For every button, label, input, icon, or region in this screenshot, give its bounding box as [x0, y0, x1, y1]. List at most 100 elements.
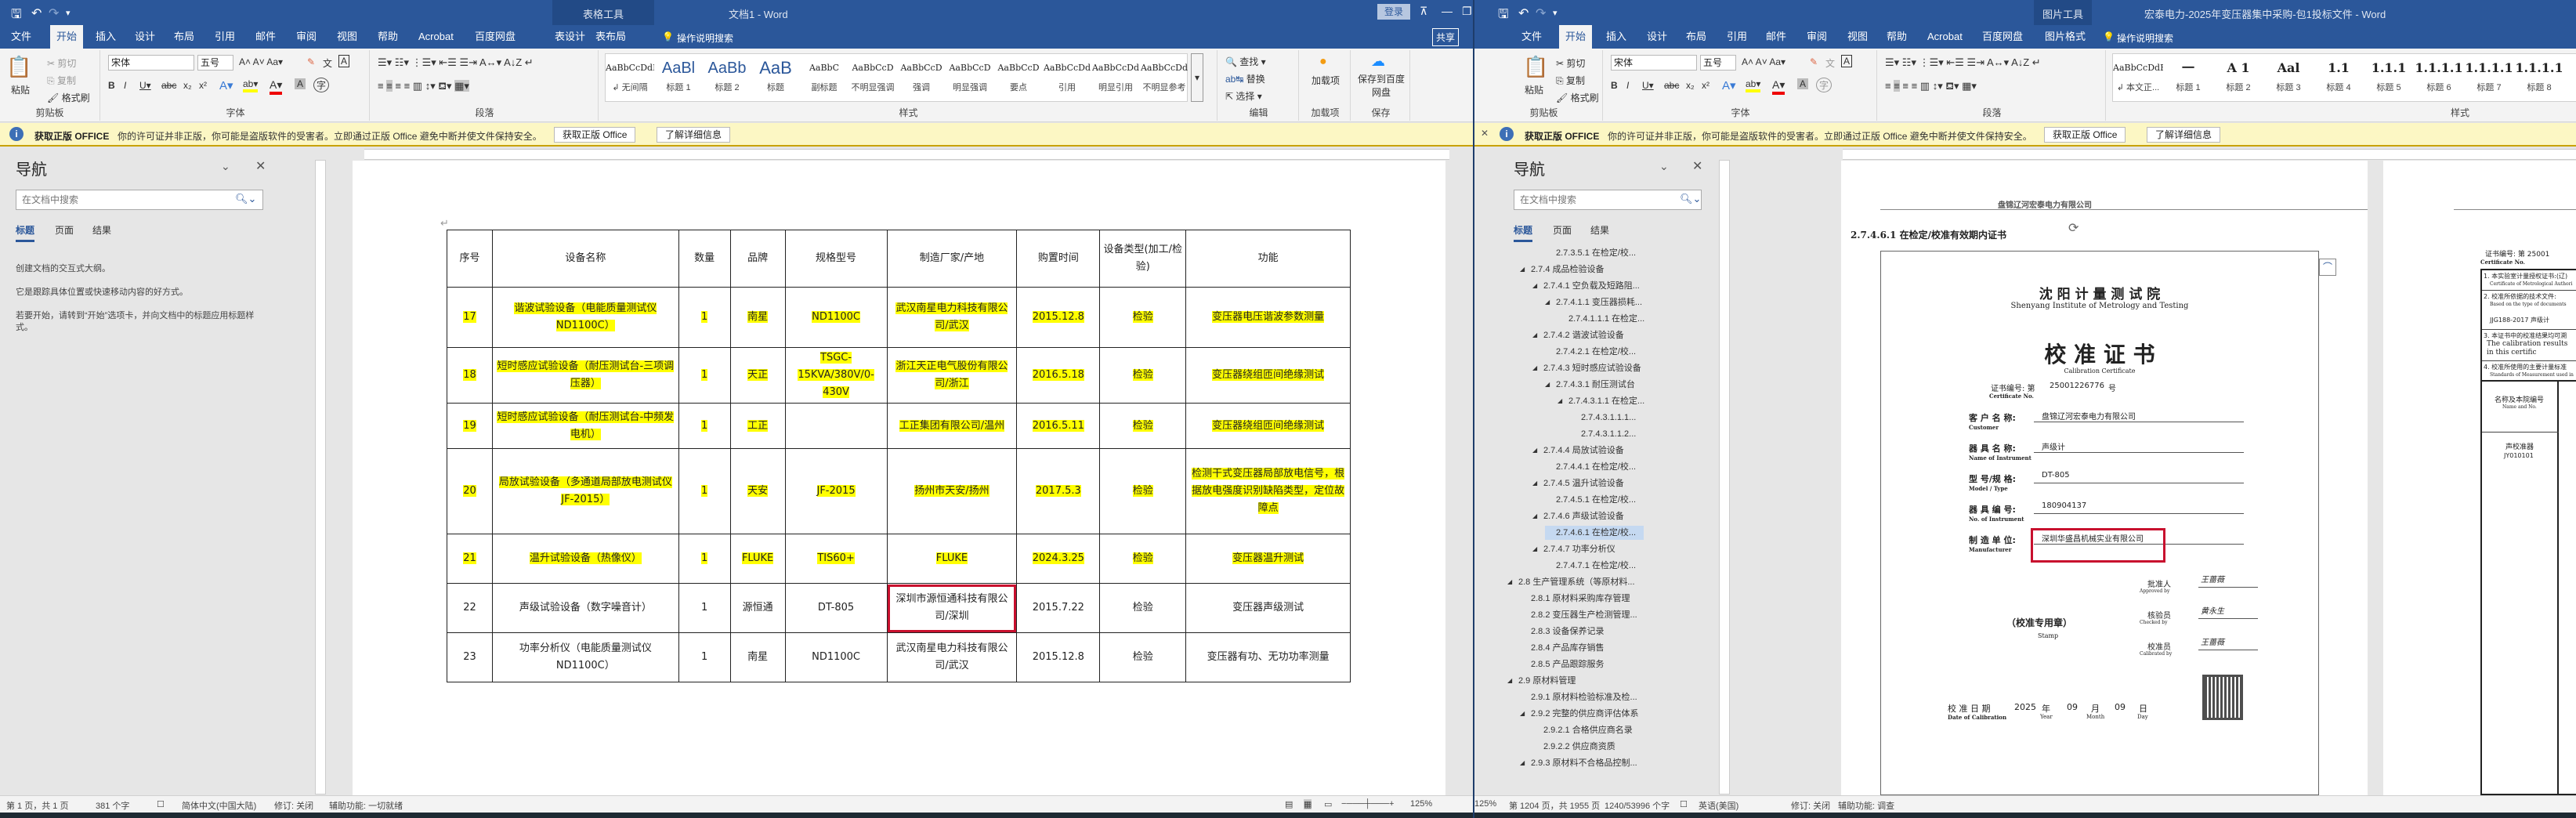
nav-heading-item[interactable]: 2.7.4.1.1.1 在检定...	[1558, 312, 1652, 326]
cut-button[interactable]: ✂ 剪切	[1556, 56, 1585, 70]
nav-heading-item[interactable]: 2.7.4.3.1.1.1...	[1570, 411, 1644, 425]
style-5[interactable]: AaBbCcD 不明显强调	[848, 54, 897, 101]
collapse-arrow-icon[interactable]: ◢	[1558, 394, 1562, 408]
ribbon-display-options-icon[interactable]: ⊼	[1420, 5, 1427, 18]
clear-format-icon[interactable]: ✎	[307, 56, 315, 67]
table-cell[interactable]: 检验	[1099, 347, 1187, 404]
style-4[interactable]: 1.1 标题 4	[2314, 54, 2364, 101]
nav-search-input[interactable]: 在文档中搜索	[1514, 190, 1702, 210]
font-color-icon[interactable]: A▾	[270, 78, 283, 95]
table-cell[interactable]: 变压器温升测试	[1185, 534, 1351, 584]
nav-heading-item[interactable]: 2.8.3 设备保养记录	[1520, 624, 1612, 639]
nav-close-icon[interactable]: ✕	[1692, 158, 1702, 174]
subscript-button[interactable]: x₂	[183, 80, 192, 91]
table-cell[interactable]: 检验	[1099, 583, 1187, 633]
tab-7[interactable]: 审阅	[1800, 25, 1833, 49]
table-cell[interactable]: 扬州市天安/扬州	[886, 448, 1018, 534]
paste-button[interactable]: 粘贴	[1525, 83, 1543, 96]
get-genuine-office-button[interactable]: 获取正版 Office	[554, 127, 636, 143]
tell-me-search[interactable]: 操作说明搜索	[677, 31, 733, 45]
horizontal-ruler[interactable]	[1843, 149, 2576, 160]
subscript-button[interactable]: x₂	[1686, 80, 1695, 91]
table-cell[interactable]: 检验	[1099, 632, 1187, 682]
nav-tab-headings[interactable]: 标题	[16, 223, 35, 242]
redo-icon[interactable]: ↷	[1536, 5, 1546, 21]
certificate-image[interactable]: 沈 阳 计 量 测 试 院 Shenyang Institute of Metr…	[1880, 251, 2319, 795]
tab-9[interactable]: 帮助	[1880, 25, 1913, 49]
collapse-arrow-icon[interactable]: ◢	[1532, 279, 1537, 293]
copy-button[interactable]: ⎘ 复制	[47, 74, 76, 87]
tab-3[interactable]: 设计	[1641, 25, 1673, 49]
status-track-changes[interactable]: 修订: 关闭	[1791, 799, 1830, 812]
table-cell[interactable]: 检验	[1099, 534, 1187, 584]
collapse-arrow-icon[interactable]: ◢	[1532, 509, 1537, 523]
style-7[interactable]: 1.1.1.1 标题 7	[2464, 54, 2514, 101]
table-cell[interactable]: 武汉南星电力科技有限公司/武汉	[886, 632, 1018, 682]
tab-0[interactable]: 文件	[5, 25, 38, 49]
status-zoom[interactable]: 125%	[1474, 799, 1496, 809]
nav-heading-item[interactable]: 2.7.3.5.1 在检定/校...	[1545, 246, 1644, 260]
table-cell[interactable]: 检验	[1099, 403, 1187, 449]
table-cell[interactable]: TIS60+	[784, 534, 888, 584]
paste-icon[interactable]: 📋	[1523, 55, 1548, 79]
style-9[interactable]: AaBbCcDd 引用	[1043, 54, 1091, 101]
nav-heading-item[interactable]: 2.8.2 变压器生产检测管理...	[1520, 608, 1645, 622]
table-cell[interactable]: 17	[447, 287, 493, 348]
tab-10[interactable]: Acrobat	[1921, 25, 1969, 49]
format-painter-button[interactable]: 🖌 格式刷	[47, 91, 90, 104]
collapse-arrow-icon[interactable]: ◢	[1520, 756, 1525, 770]
save-icon[interactable]: 🖫	[1498, 5, 1509, 27]
minimize-icon[interactable]: —	[1442, 5, 1453, 17]
undo-icon[interactable]: ↶	[31, 5, 42, 21]
align-icons[interactable]: ≡ ≡ ≡ ≡ ▥ ↕▾ ⛾▾ ▦▾	[1885, 80, 1977, 94]
nav-tab-pages[interactable]: 页面	[1553, 223, 1572, 237]
style-0[interactable]: AaBbCcDdE ↲ 本文正...	[2113, 54, 2163, 101]
nav-heading-item[interactable]: 2.9.2.1 合格供应商名录	[1532, 723, 1641, 737]
style-8[interactable]: 1.1.1.1 标题 8	[2514, 54, 2564, 101]
table-cell[interactable]: 工正	[729, 403, 786, 449]
table-cell[interactable]: 武汉南星电力科技有限公司/武汉	[886, 287, 1018, 348]
rotate-handle-icon[interactable]: ⟳	[2068, 220, 2079, 236]
status-zoom[interactable]: 125%	[1410, 799, 1432, 809]
collapse-arrow-icon[interactable]: ◢	[1532, 361, 1537, 375]
font-name-combo[interactable]: 宋体	[1611, 55, 1697, 71]
web-layout-icon[interactable]: ▭	[1324, 799, 1332, 809]
char-border-icon[interactable]: A	[1841, 55, 1853, 67]
table-cell[interactable]: 18	[447, 347, 493, 404]
table-cell[interactable]: 检验	[1099, 287, 1187, 348]
tab-8[interactable]: 视图	[1841, 25, 1874, 49]
phonetic-guide-icon[interactable]: 文	[1825, 56, 1835, 70]
collapse-arrow-icon[interactable]: ◢	[1507, 674, 1512, 688]
superscript-button[interactable]: x²	[199, 80, 207, 91]
table-cell[interactable]: 源恒通	[729, 583, 786, 633]
proofing-icon[interactable]: ☐	[157, 799, 165, 809]
search-icon[interactable]: 🔍︎⌄	[235, 193, 256, 205]
nav-tab-headings[interactable]: 标题	[1514, 223, 1533, 242]
nav-heading-item[interactable]: ◢ 2.7.4.4 局放试验设备	[1532, 443, 1632, 458]
table-cell[interactable]: JF-2015	[784, 448, 888, 534]
table-cell[interactable]: 声级试验设备（数字噪音计）	[491, 583, 679, 633]
table-cell[interactable]: 天安	[729, 448, 786, 534]
table-cell[interactable]: 22	[447, 583, 493, 633]
nav-heading-item[interactable]: ◢ 2.7.4.3.1.1 在检定...	[1558, 394, 1652, 408]
nav-tab-results[interactable]: 结果	[92, 223, 111, 237]
table-cell[interactable]: 南星	[729, 287, 786, 348]
char-shading-icon[interactable]: A	[295, 78, 306, 89]
nav-search-input[interactable]: 在文档中搜索	[16, 190, 263, 210]
redo-icon[interactable]: ↷	[49, 5, 59, 21]
table-cell[interactable]: FLUKE	[729, 534, 786, 584]
layout-options-icon[interactable]: ⌒	[2319, 259, 2336, 276]
tab-0[interactable]: 文件	[1515, 25, 1548, 49]
tab-2[interactable]: 插入	[89, 25, 122, 49]
horizontal-ruler[interactable]	[364, 149, 1449, 160]
highlight-color-icon[interactable]: ab▾	[1746, 78, 1761, 92]
table-cell[interactable]: 变压器绕组匝间绝缘测试	[1185, 403, 1351, 449]
nav-heading-item[interactable]: 2.8.4 产品库存销售	[1520, 641, 1612, 655]
style-0[interactable]: AaBbCcDdE ↲ 无间隔	[606, 54, 654, 101]
enclose-char-icon[interactable]: 字	[313, 78, 330, 92]
collapse-arrow-icon[interactable]: ◢	[1520, 262, 1525, 277]
nav-heading-item[interactable]: ◢ 2.7.4.5 温升试验设备	[1532, 476, 1632, 490]
underline-button[interactable]: U▾	[139, 80, 151, 91]
nav-heading-item[interactable]: 2.7.4.7.1 在检定/校...	[1545, 559, 1644, 573]
char-border-icon[interactable]: A	[338, 55, 350, 67]
